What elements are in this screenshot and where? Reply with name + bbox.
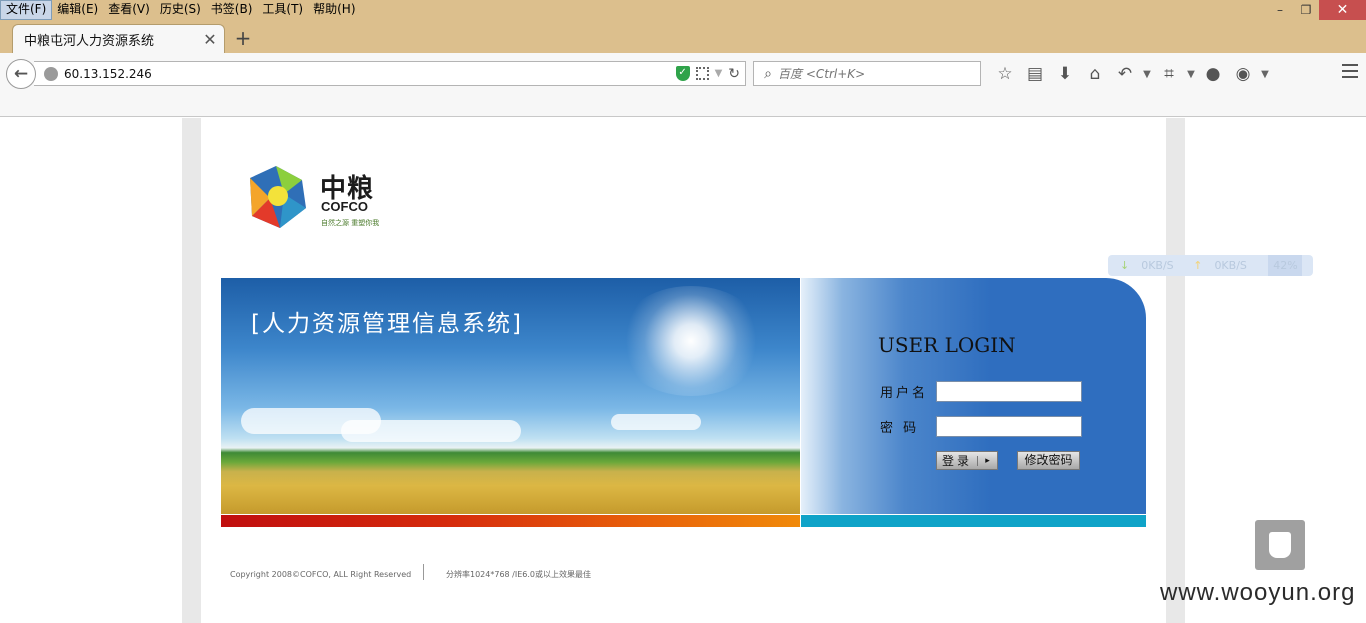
toolbar-icons: ☆ ▤ ⬇ ⌂ ↶ ▼ ⌗ ▼ ● ◉ ▼ (990, 63, 1272, 85)
left-margin-stripe (182, 118, 201, 623)
reload-icon[interactable]: ↻ (728, 66, 740, 82)
page-content: 中粮 COFCO 自然之源 重塑你我 ↓ 0KB/S ↑ 0KB/S 42% [… (0, 118, 1366, 623)
login-button-label: 登录 (941, 454, 972, 468)
tab-title: 中粮屯河人力资源系统 (24, 34, 155, 49)
usb-device-icon[interactable] (1255, 520, 1305, 570)
url-text[interactable]: 60.13.152.246 (64, 67, 676, 81)
watermark-text: www.wooyun.org (1160, 579, 1356, 606)
change-password-button[interactable]: 修改密码 (1017, 451, 1080, 470)
minimize-button[interactable]: – (1267, 0, 1293, 20)
search-bar[interactable]: ⌕ (753, 61, 981, 86)
shield-icon[interactable]: ✓ (675, 66, 690, 81)
footer-divider (423, 564, 424, 580)
qr-code-icon[interactable] (695, 67, 709, 80)
login-button[interactable]: 登录 ▸ (936, 451, 998, 470)
banner-image: [人力资源管理信息系统] (221, 278, 800, 514)
menu-history[interactable]: 历史(S) (155, 0, 206, 20)
network-speed-widget[interactable]: ↓ 0KB/S ↑ 0KB/S 42% (1108, 255, 1313, 276)
sun-glow (616, 286, 766, 396)
banner-accent-bar (221, 515, 800, 527)
password-label: 密 码 (880, 421, 920, 436)
reading-list-icon[interactable]: ▤ (1020, 64, 1050, 84)
crop-icon[interactable]: ⌗ (1154, 64, 1184, 84)
login-heading: USER LOGIN (878, 333, 1016, 357)
close-window-button[interactable]: ✕ (1319, 0, 1366, 20)
undo-dropdown-icon[interactable]: ▼ (1140, 69, 1154, 80)
search-input[interactable] (778, 66, 968, 81)
home-icon[interactable]: ⌂ (1080, 64, 1110, 84)
login-accent-bar (801, 515, 1146, 527)
speed-percent: 42% (1268, 255, 1303, 276)
addon-dropdown-icon[interactable]: ▼ (1258, 69, 1272, 80)
new-tab-button[interactable]: + (232, 28, 254, 50)
menu-tools[interactable]: 工具(T) (257, 0, 308, 20)
addon-icon[interactable]: ◉ (1228, 64, 1258, 84)
restore-button[interactable]: ❐ (1293, 0, 1319, 20)
menu-edit[interactable]: 编辑(E) (52, 0, 103, 20)
password-field[interactable] (936, 416, 1082, 437)
window-titlebar: 文件(F) 编辑(E) 查看(V) 历史(S) 书签(B) 工具(T) 帮助(H… (0, 0, 1366, 54)
logo-english-text: COFCO (321, 199, 368, 214)
url-actions: ✓ ▼ ↻ (675, 66, 740, 82)
crop-dropdown-icon[interactable]: ▼ (1184, 69, 1198, 80)
download-arrow-icon: ↓ (1120, 259, 1130, 272)
menu-view[interactable]: 查看(V) (103, 0, 155, 20)
window-controls: – ❐ ✕ (1267, 0, 1366, 20)
menu-file[interactable]: 文件(F) (0, 0, 53, 20)
bookmark-star-icon[interactable]: ☆ (990, 64, 1020, 84)
navigation-toolbar: 60.13.152.246 ✓ ▼ ↻ ← ⌕ ☆ ▤ ⬇ ⌂ ↶ ▼ ⌗ ▼ … (0, 53, 1366, 117)
upload-speed: 0KB/S (1214, 259, 1247, 272)
logo-slogan: 自然之源 重塑你我 (321, 219, 380, 227)
download-icon[interactable]: ⬇ (1050, 64, 1080, 84)
copyright-text: Copyright 2008©COFCO, ALL Right Reserved (230, 570, 412, 579)
banner-title: [人力资源管理信息系统] (251, 311, 523, 337)
resolution-note: 分辨率1024*768 /IE6.0或以上效果最佳 (446, 570, 592, 579)
undo-icon[interactable]: ↶ (1110, 64, 1140, 84)
cofco-cube-icon (250, 166, 306, 228)
search-icon: ⌕ (764, 65, 772, 82)
browser-tab[interactable]: 中粮屯河人力资源系统 ✕ (12, 24, 225, 54)
hamburger-menu-icon[interactable] (1342, 64, 1358, 82)
menu-bookmarks[interactable]: 书签(B) (206, 0, 258, 20)
url-bar[interactable]: 60.13.152.246 ✓ ▼ ↻ (34, 61, 746, 86)
download-speed: 0KB/S (1141, 259, 1174, 272)
cloud (341, 420, 521, 442)
tab-close-icon[interactable]: ✕ (200, 30, 220, 49)
menu-help[interactable]: 帮助(H) (308, 0, 360, 20)
cloud (611, 414, 701, 430)
username-label: 用户名 (880, 386, 929, 401)
cofco-logo: 中粮 COFCO 自然之源 重塑你我 (244, 164, 384, 230)
upload-arrow-icon: ↑ (1193, 259, 1203, 272)
url-dropdown-icon[interactable]: ▼ (715, 68, 723, 79)
username-field[interactable] (936, 381, 1082, 402)
play-arrow-icon: ▸ (977, 455, 997, 466)
menubar: 文件(F) 编辑(E) 查看(V) 历史(S) 书签(B) 工具(T) 帮助(H… (0, 0, 361, 20)
right-margin-stripe (1166, 118, 1185, 623)
globe-icon (44, 66, 58, 81)
login-panel: USER LOGIN 用户名 密 码 登录 ▸ 修改密码 (801, 278, 1146, 514)
chat-icon[interactable]: ● (1198, 64, 1228, 84)
back-button[interactable]: ← (6, 59, 36, 89)
